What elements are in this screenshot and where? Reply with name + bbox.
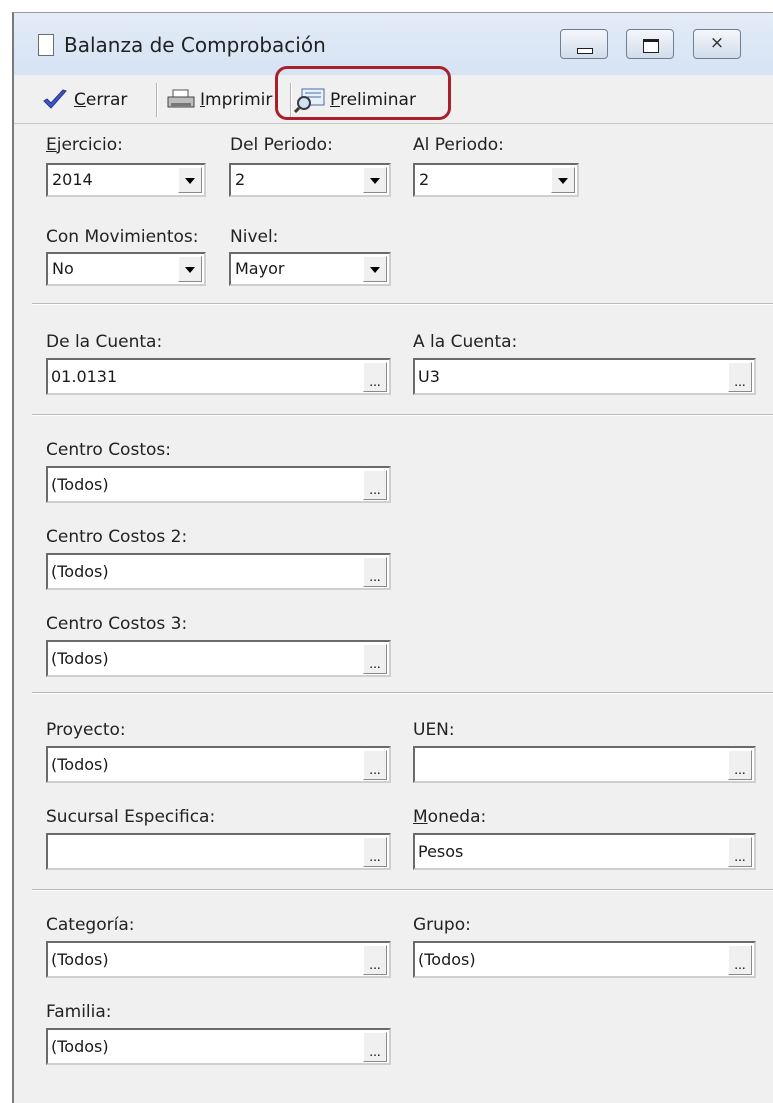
ellipsis-button[interactable]: ... — [728, 837, 752, 867]
categoria-label: Categoría: — [46, 915, 135, 935]
minimize-button[interactable] — [560, 29, 608, 59]
title-bar: Balanza de Comprobación ⨯ — [14, 13, 773, 75]
del-periodo-value: 2 — [235, 170, 246, 189]
ellipsis-button[interactable]: ... — [363, 837, 387, 867]
preliminar-label: Preliminar — [330, 90, 416, 110]
nivel-select[interactable]: Mayor — [229, 252, 391, 286]
cerrar-label: Cerrar — [74, 90, 128, 110]
con-movimientos-value: No — [52, 259, 74, 278]
toolbar-divider — [156, 83, 158, 117]
imprimir-button[interactable]: Imprimir — [166, 83, 272, 117]
centro-costos-3-label: Centro Costos 3: — [46, 614, 188, 634]
moneda-value: Pesos — [418, 842, 464, 861]
familia-label: Familia: — [46, 1002, 112, 1022]
ellipsis-button[interactable]: ... — [363, 470, 387, 500]
section-divider — [32, 889, 773, 891]
a-la-cuenta-value: U3 — [418, 367, 440, 386]
toolbar-divider — [290, 83, 292, 117]
preview-icon — [294, 88, 325, 113]
centro-costos-2-value: (Todos) — [51, 562, 109, 581]
toolbar: Cerrar Imprimir Preliminar — [14, 75, 773, 124]
grupo-label: Grupo: — [413, 915, 471, 935]
ellipsis-button[interactable]: ... — [363, 945, 387, 975]
chevron-down-icon[interactable] — [363, 167, 387, 193]
de-la-cuenta-label: De la Cuenta: — [46, 332, 163, 352]
ejercicio-label: Ejercicio: — [46, 135, 123, 155]
chevron-down-icon[interactable] — [551, 167, 575, 193]
chevron-down-icon[interactable] — [178, 167, 202, 193]
nivel-value: Mayor — [235, 259, 285, 278]
ejercicio-select[interactable]: 2014 — [46, 163, 206, 197]
printer-icon — [167, 89, 195, 108]
al-periodo-label: Al Periodo: — [413, 135, 504, 155]
nivel-label: Nivel: — [230, 227, 279, 247]
chevron-down-icon[interactable] — [178, 256, 202, 282]
del-periodo-label: Del Periodo: — [230, 135, 333, 155]
ejercicio-value: 2014 — [52, 170, 93, 189]
ellipsis-button[interactable]: ... — [728, 362, 752, 392]
centro-costos-label: Centro Costos: — [46, 440, 171, 460]
cerrar-button[interactable]: Cerrar — [42, 83, 127, 117]
al-periodo-select[interactable]: 2 — [413, 163, 579, 197]
centro-costos-3-value: (Todos) — [51, 649, 109, 668]
chevron-down-icon[interactable] — [363, 256, 387, 282]
categoria-field[interactable]: (Todos) ... — [46, 941, 391, 978]
ellipsis-button[interactable]: ... — [363, 644, 387, 674]
section-divider — [32, 414, 773, 416]
al-periodo-value: 2 — [419, 170, 430, 189]
ellipsis-button[interactable]: ... — [363, 1032, 387, 1062]
con-movimientos-label: Con Movimientos: — [46, 227, 199, 247]
de-la-cuenta-value: 01.0131 — [51, 367, 118, 386]
a-la-cuenta-label: A la Cuenta: — [413, 332, 518, 352]
familia-field[interactable]: (Todos) ... — [46, 1028, 391, 1065]
preliminar-button[interactable]: Preliminar — [294, 83, 416, 117]
grupo-value: (Todos) — [418, 950, 476, 969]
centro-costos-field[interactable]: (Todos) ... — [46, 466, 391, 503]
del-periodo-select[interactable]: 2 — [229, 163, 391, 197]
proyecto-label: Proyecto: — [46, 720, 126, 740]
moneda-label: Moneda: — [413, 807, 487, 827]
maximize-button[interactable] — [626, 29, 674, 59]
proyecto-field[interactable]: (Todos) ... — [46, 746, 391, 783]
grupo-field[interactable]: (Todos) ... — [413, 941, 756, 978]
ellipsis-button[interactable]: ... — [363, 750, 387, 780]
check-icon — [43, 89, 67, 109]
de-la-cuenta-field[interactable]: 01.0131 ... — [46, 358, 391, 395]
uen-field[interactable]: ... — [413, 746, 756, 783]
moneda-field[interactable]: Pesos ... — [413, 833, 756, 870]
uen-label: UEN: — [413, 720, 455, 740]
centro-costos-value: (Todos) — [51, 475, 109, 494]
ellipsis-button[interactable]: ... — [728, 750, 752, 780]
section-divider — [32, 303, 773, 305]
centro-costos-3-field[interactable]: (Todos) ... — [46, 640, 391, 677]
close-icon: ⨯ — [709, 33, 725, 53]
proyecto-value: (Todos) — [51, 755, 109, 774]
close-window-button[interactable]: ⨯ — [693, 29, 741, 59]
window-title: Balanza de Comprobación — [64, 33, 326, 57]
centro-costos-2-label: Centro Costos 2: — [46, 527, 188, 547]
sucursal-especifica-field[interactable]: ... — [46, 833, 391, 870]
centro-costos-2-field[interactable]: (Todos) ... — [46, 553, 391, 590]
ellipsis-button[interactable]: ... — [363, 362, 387, 392]
ellipsis-button[interactable]: ... — [728, 945, 752, 975]
a-la-cuenta-field[interactable]: U3 ... — [413, 358, 756, 395]
imprimir-label: Imprimir — [200, 90, 273, 110]
document-icon — [38, 34, 54, 56]
con-movimientos-select[interactable]: No — [46, 252, 206, 286]
sucursal-especifica-label: Sucursal Especifica: — [46, 807, 216, 827]
ellipsis-button[interactable]: ... — [363, 557, 387, 587]
familia-value: (Todos) — [51, 1037, 109, 1056]
section-divider — [32, 692, 773, 694]
categoria-value: (Todos) — [51, 950, 109, 969]
